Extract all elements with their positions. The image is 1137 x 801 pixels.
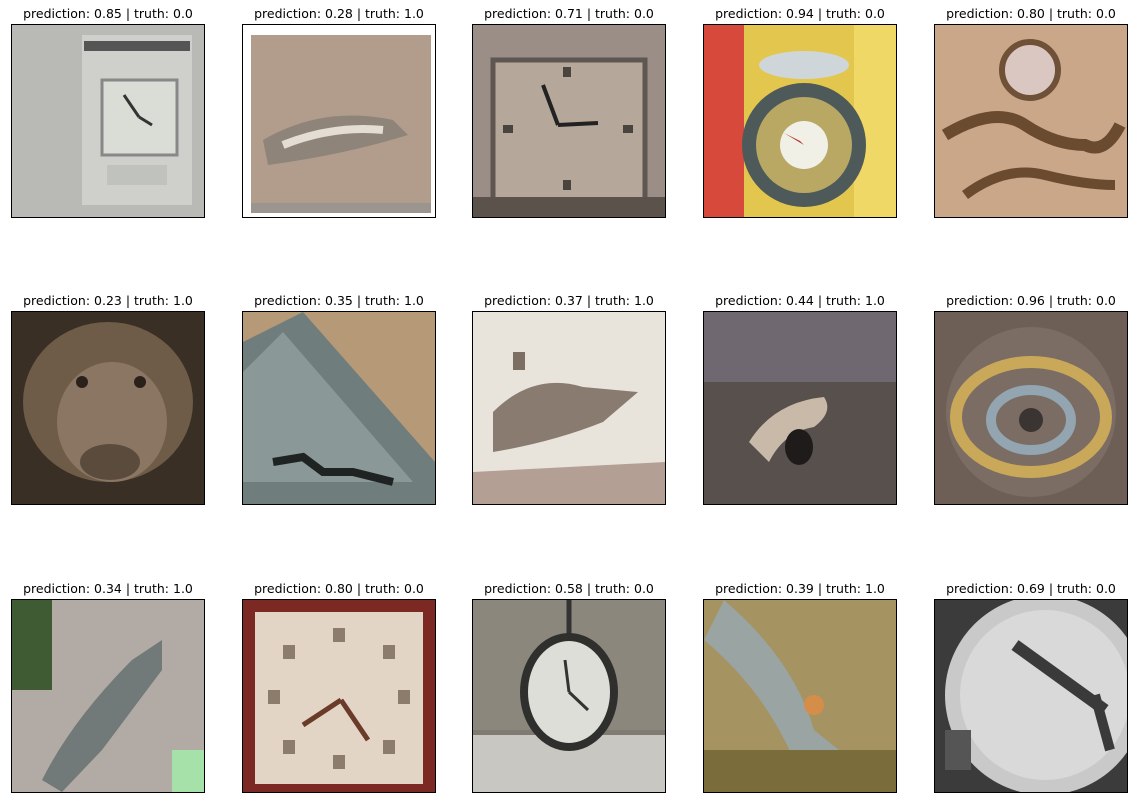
- thumbnail-image: [11, 311, 205, 505]
- panel-title: prediction: 0.44 | truth: 1.0: [715, 293, 885, 308]
- panel-title: prediction: 0.37 | truth: 1.0: [484, 293, 654, 308]
- thumbnail-image: [472, 311, 666, 505]
- thumbnail-image: [703, 24, 897, 218]
- thumbnail-image: [11, 599, 205, 793]
- panel-title: prediction: 0.85 | truth: 0.0: [23, 6, 193, 21]
- thumbnail-image: [472, 599, 666, 793]
- panel-title: prediction: 0.94 | truth: 0.0: [715, 6, 885, 21]
- panel-title: prediction: 0.34 | truth: 1.0: [23, 581, 193, 596]
- panel-title: prediction: 0.35 | truth: 1.0: [254, 293, 424, 308]
- thumbnail-image: [703, 311, 897, 505]
- panel-title: prediction: 0.28 | truth: 1.0: [254, 6, 424, 21]
- panel-title: prediction: 0.39 | truth: 1.0: [715, 581, 885, 596]
- thumbnail-image: [472, 24, 666, 218]
- panel-title: prediction: 0.71 | truth: 0.0: [484, 6, 654, 21]
- thumbnail-image: [703, 599, 897, 793]
- thumbnail-image: [934, 24, 1128, 218]
- thumbnail-image: [934, 311, 1128, 505]
- panel-title: prediction: 0.80 | truth: 0.0: [946, 6, 1116, 21]
- thumbnail-image: [242, 599, 436, 793]
- thumbnail-image: [11, 24, 205, 218]
- panel-title: prediction: 0.23 | truth: 1.0: [23, 293, 193, 308]
- thumbnail-image: [242, 311, 436, 505]
- panel-title: prediction: 0.58 | truth: 0.0: [484, 581, 654, 596]
- thumbnail-image: [934, 599, 1128, 793]
- panel-title: prediction: 0.80 | truth: 0.0: [254, 581, 424, 596]
- panel-title: prediction: 0.69 | truth: 0.0: [946, 581, 1116, 596]
- thumbnail-image: [242, 24, 436, 218]
- panel-title: prediction: 0.96 | truth: 0.0: [946, 293, 1116, 308]
